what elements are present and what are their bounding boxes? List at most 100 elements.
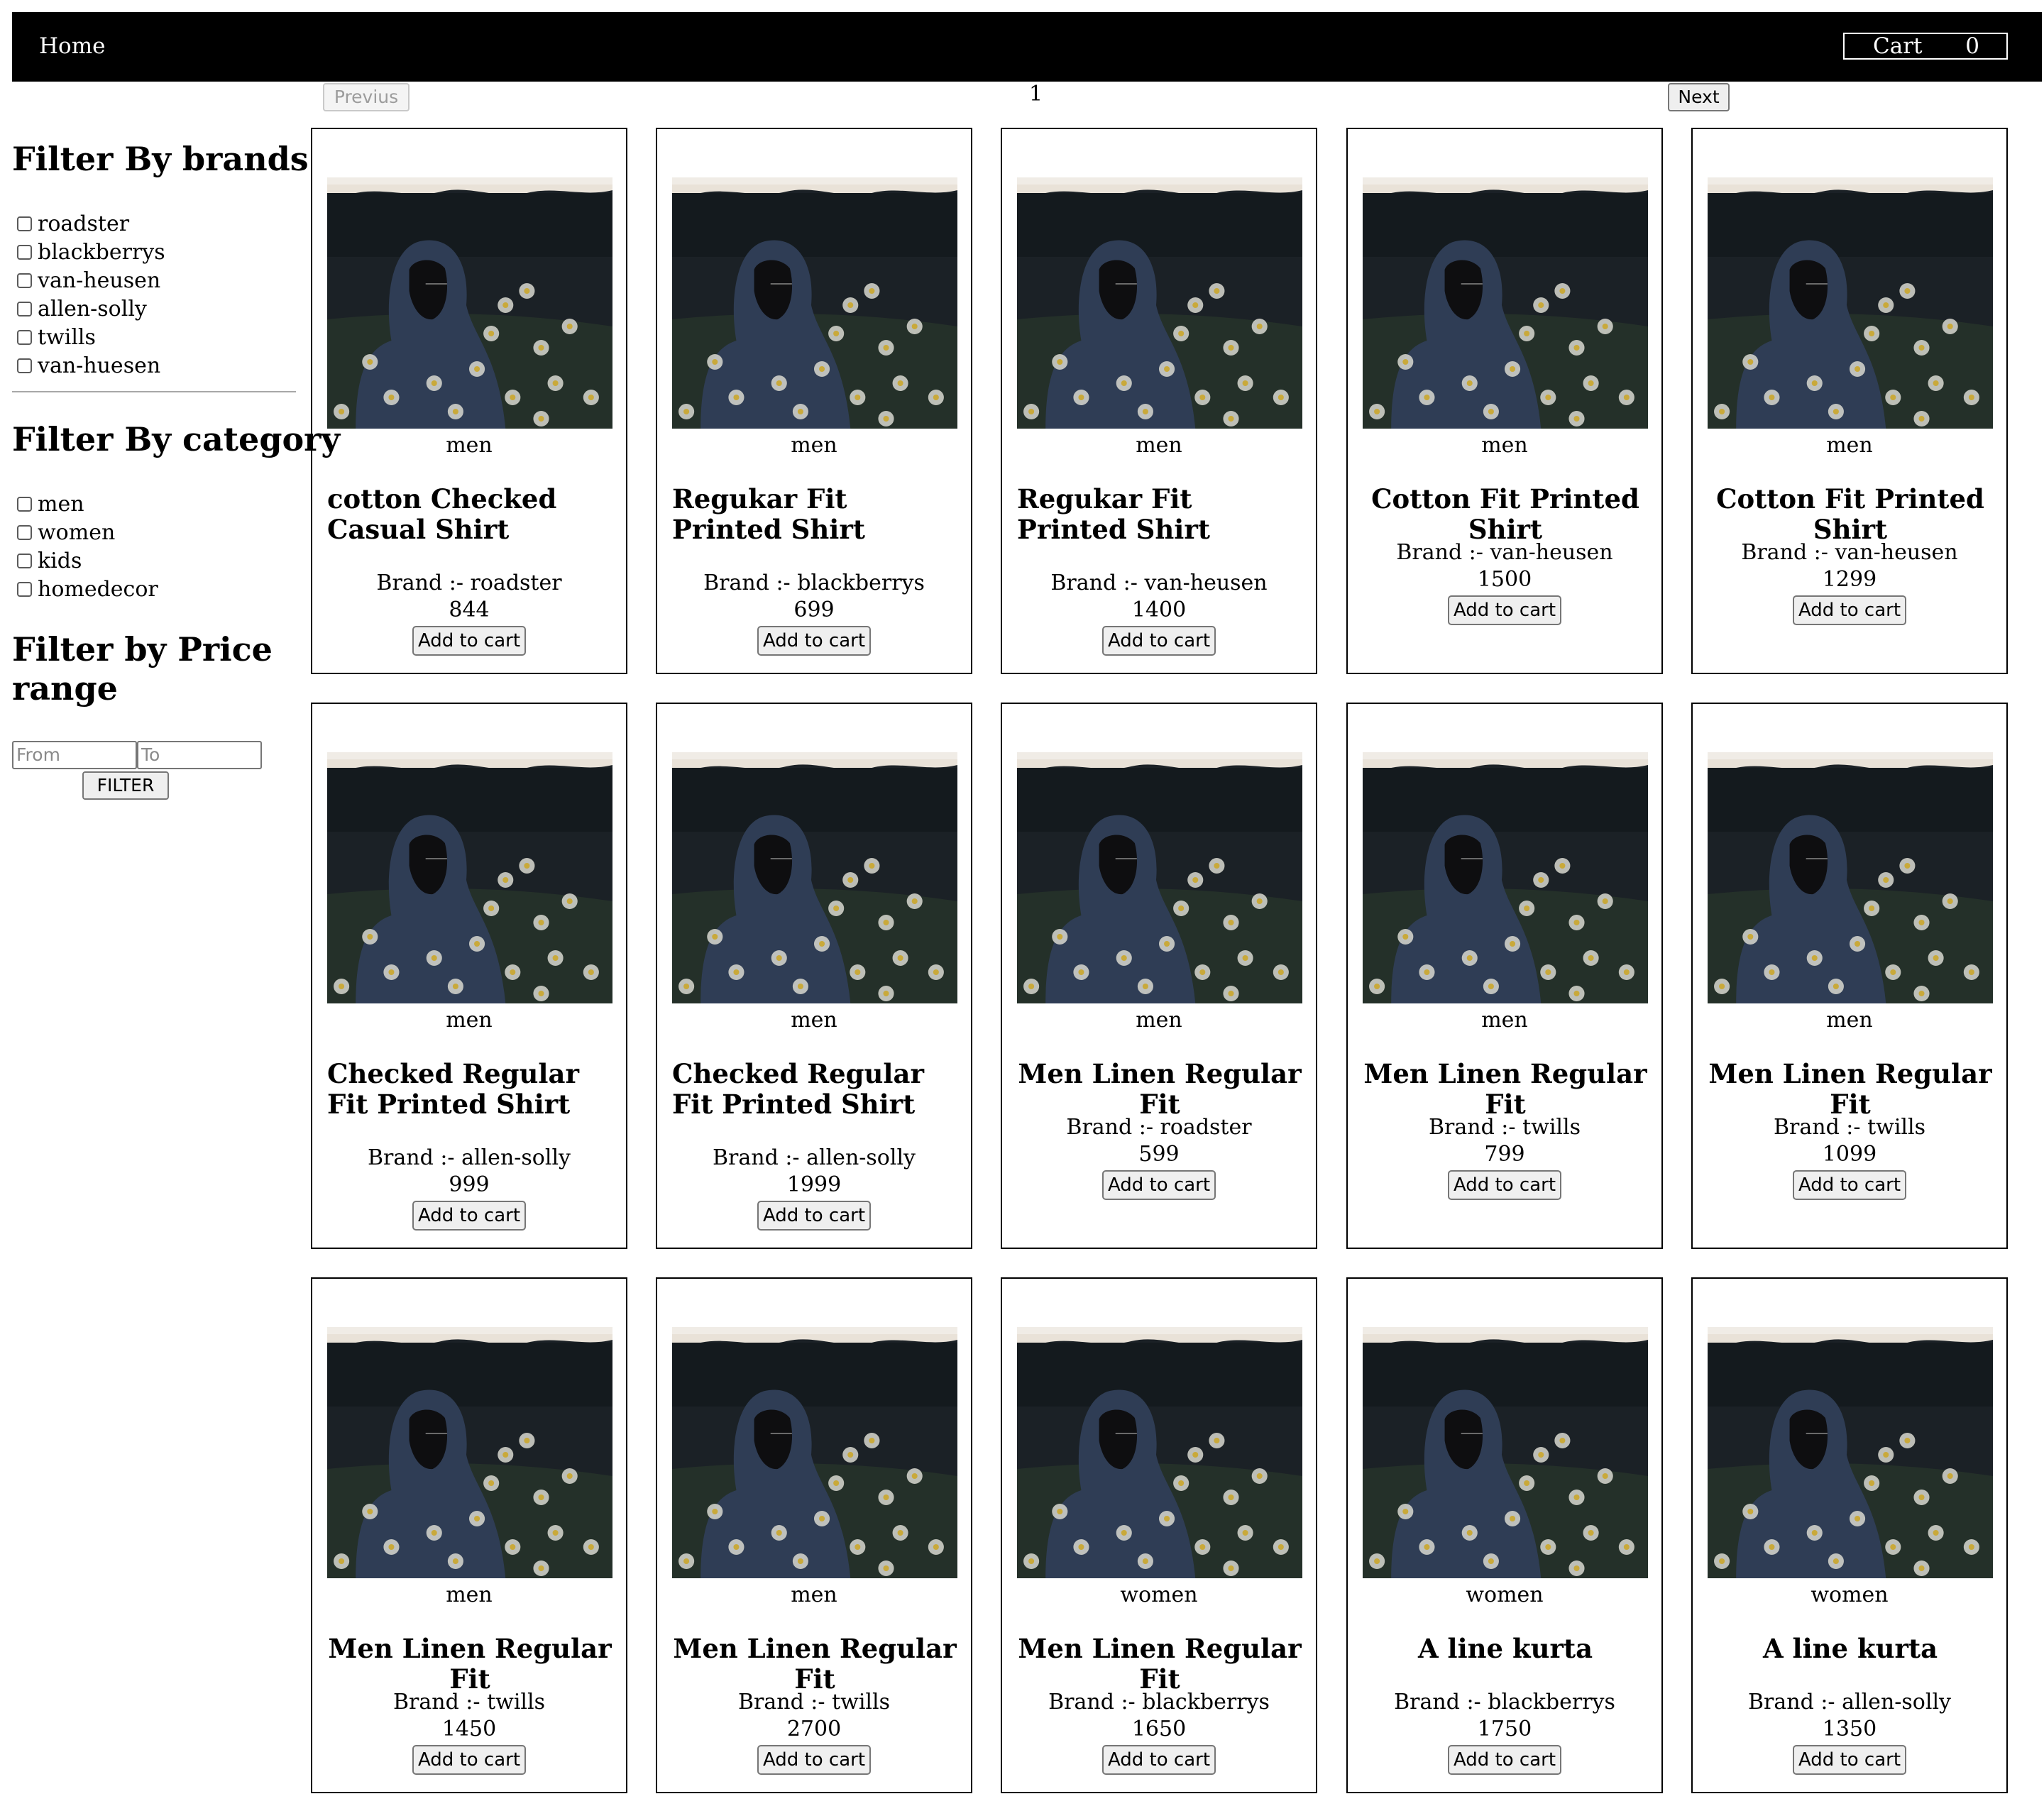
- brand-prefix: Brand :-: [1396, 540, 1490, 565]
- product-name: Cotton Fit Printed Shirt: [1371, 483, 1639, 545]
- product-card: men Men Linen Regular Fit Brand :- twills 1…: [311, 1277, 627, 1793]
- product-image[interactable]: [1017, 752, 1302, 1003]
- add-to-cart-button[interactable]: Add to cart: [1448, 595, 1561, 625]
- filter-option-kids[interactable]: kids: [17, 549, 82, 574]
- next-page-button[interactable]: Next: [1668, 83, 1730, 111]
- product-brand: Brand :- allen-solly: [657, 1145, 971, 1171]
- filter-option-roadster[interactable]: roadster: [17, 211, 129, 237]
- product-name: Checked Regular Fit Printed Shirt: [327, 1058, 579, 1120]
- product-name: Men Linen Regular Fit: [1708, 1058, 1992, 1120]
- product-name: Cotton Fit Printed Shirt: [1716, 483, 1984, 545]
- add-to-cart-button[interactable]: Add to cart: [1102, 626, 1216, 656]
- product-brand: Brand :- twills: [312, 1690, 626, 1715]
- brand-name: blackberrys: [1488, 1690, 1615, 1714]
- add-to-cart-button[interactable]: Add to cart: [412, 1745, 526, 1775]
- filter-option-van-heusen[interactable]: van-heusen: [17, 268, 160, 294]
- add-to-cart-button[interactable]: Add to cart: [757, 1745, 871, 1775]
- product-card: men Regukar Fit Printed Shirt Brand :- bla…: [656, 128, 972, 674]
- filter-option-women[interactable]: women: [17, 520, 115, 546]
- filter-option-homedecor[interactable]: homedecor: [17, 577, 158, 602]
- checkbox[interactable]: [17, 330, 32, 345]
- add-to-cart-button[interactable]: Add to cart: [1102, 1745, 1216, 1775]
- brand-prefix: Brand :-: [703, 571, 798, 595]
- product-brand: Brand :- twills: [1348, 1115, 1661, 1140]
- product-price: 799: [1484, 1142, 1525, 1167]
- add-to-cart-button[interactable]: Add to cart: [1793, 1170, 1906, 1200]
- home-link[interactable]: Home: [39, 33, 105, 59]
- product-image[interactable]: [1363, 1327, 1648, 1578]
- filter-option-van-huesen[interactable]: van-huesen: [17, 353, 160, 379]
- product-card: women A line kurta Brand :- blackberrys 175…: [1346, 1277, 1663, 1793]
- checkbox[interactable]: [17, 554, 32, 568]
- product-price: 844: [449, 598, 490, 622]
- product-category: men: [1481, 433, 1528, 458]
- product-image[interactable]: [672, 752, 957, 1003]
- filter-option-label: men: [38, 492, 84, 517]
- product-brand: Brand :- twills: [657, 1690, 971, 1715]
- product-name: Men Linen Regular Fit: [673, 1633, 957, 1695]
- product-category: women: [1120, 1582, 1198, 1607]
- add-to-cart-button[interactable]: Add to cart: [1793, 1745, 1906, 1775]
- product-image[interactable]: [1363, 752, 1648, 1003]
- add-to-cart-button[interactable]: Add to cart: [757, 1201, 871, 1231]
- brands-filter-heading: Filter By brands: [12, 140, 309, 178]
- filter-option-blackberrys[interactable]: blackberrys: [17, 240, 165, 265]
- filter-option-twills[interactable]: twills: [17, 325, 96, 351]
- product-image[interactable]: [1708, 752, 1993, 1003]
- filter-option-label: allen-solly: [38, 297, 147, 321]
- filter-option-men[interactable]: men: [17, 492, 84, 517]
- product-image[interactable]: [1708, 177, 1993, 429]
- product-image[interactable]: [1363, 177, 1648, 429]
- add-to-cart-button[interactable]: Add to cart: [1448, 1745, 1561, 1775]
- add-to-cart-button[interactable]: Add to cart: [1793, 595, 1906, 625]
- cart-button[interactable]: Cart 0: [1843, 33, 2008, 60]
- product-card: men Cotton Fit Printed Shirt Brand :- van-…: [1346, 128, 1663, 674]
- product-image[interactable]: [672, 177, 957, 429]
- checkbox[interactable]: [17, 216, 32, 231]
- checkbox[interactable]: [17, 245, 32, 260]
- filter-option-label: van-huesen: [38, 353, 161, 378]
- product-image[interactable]: [1017, 1327, 1302, 1578]
- brand-prefix: Brand :-: [392, 1690, 488, 1714]
- cart-count: 0: [1965, 33, 1979, 59]
- checkbox[interactable]: [17, 358, 32, 373]
- product-card: men cotton Checked Casual Shirt Brand :- r…: [311, 128, 627, 674]
- product-price: 699: [793, 598, 835, 622]
- filter-option-allen-solly[interactable]: allen-solly: [17, 297, 147, 322]
- product-name: A line kurta: [1762, 1633, 1938, 1664]
- checkbox[interactable]: [17, 582, 32, 597]
- add-to-cart-button[interactable]: Add to cart: [757, 626, 871, 656]
- filter-button[interactable]: FILTER: [82, 771, 169, 800]
- add-to-cart-button[interactable]: Add to cart: [1448, 1170, 1561, 1200]
- checkbox[interactable]: [17, 497, 32, 512]
- brand-name: allen-solly: [1842, 1690, 1951, 1714]
- product-image[interactable]: [1017, 177, 1302, 429]
- brand-prefix: Brand :-: [712, 1145, 807, 1170]
- checkbox[interactable]: [17, 302, 32, 316]
- product-name: Regukar Fit Printed Shirt: [1017, 483, 1210, 545]
- brand-prefix: Brand :-: [1773, 1115, 1868, 1140]
- brand-name: van-heusen: [1835, 540, 1958, 565]
- previous-page-button[interactable]: Previus: [323, 83, 410, 111]
- add-to-cart-button[interactable]: Add to cart: [412, 1201, 526, 1231]
- product-image[interactable]: [327, 752, 612, 1003]
- checkbox[interactable]: [17, 525, 32, 540]
- product-image[interactable]: [672, 1327, 957, 1578]
- product-name: Regukar Fit Printed Shirt: [672, 483, 865, 545]
- add-to-cart-button[interactable]: Add to cart: [1102, 1170, 1216, 1200]
- product-category: men: [1826, 1008, 1873, 1033]
- brand-prefix: Brand :-: [1428, 1115, 1523, 1140]
- add-to-cart-button[interactable]: Add to cart: [412, 626, 526, 656]
- checkbox[interactable]: [17, 273, 32, 288]
- brand-prefix: Brand :-: [737, 1690, 833, 1714]
- product-image[interactable]: [327, 177, 612, 429]
- price-from-input[interactable]: From: [12, 741, 137, 769]
- cart-label: Cart: [1873, 33, 1923, 59]
- price-to-input[interactable]: To: [137, 741, 262, 769]
- product-card: men Men Linen Regular Fit Brand :- twills 7…: [1346, 703, 1663, 1249]
- product-price: 1400: [1131, 598, 1187, 622]
- product-image[interactable]: [327, 1327, 612, 1578]
- product-price: 599: [1138, 1142, 1180, 1167]
- product-image[interactable]: [1708, 1327, 1993, 1578]
- brand-prefix: Brand :-: [1741, 540, 1835, 565]
